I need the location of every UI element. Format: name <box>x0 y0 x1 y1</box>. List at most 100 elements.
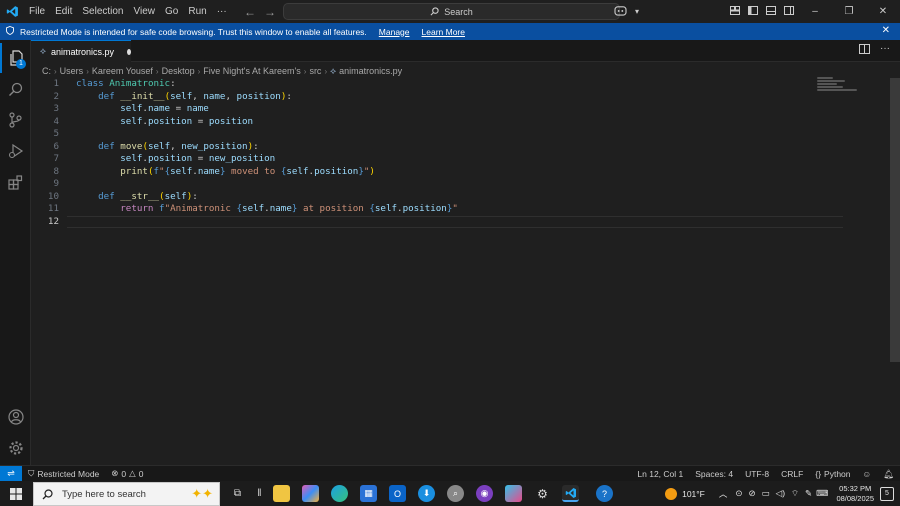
search-icon <box>42 488 53 499</box>
breadcrumb-desktop[interactable]: Desktop <box>162 66 195 76</box>
python-file-icon: ⟡ <box>330 65 337 76</box>
colorful-app-icon[interactable] <box>505 485 522 502</box>
wifi-icon[interactable]: ⌔ <box>791 488 799 499</box>
toggle-secondary-sidebar-icon[interactable] <box>780 5 798 18</box>
breadcrumb-src[interactable]: src <box>309 66 321 76</box>
code-line[interactable]: 7 self.position = new_position <box>31 153 890 166</box>
copilot-icon[interactable] <box>608 5 632 19</box>
code-line[interactable]: 11 return f"Animatronic {self.name} at p… <box>31 203 890 216</box>
minimize-icon[interactable]: – <box>798 6 832 17</box>
menu-file[interactable]: File <box>24 0 50 23</box>
windows-start-icon[interactable] <box>0 481 32 506</box>
problems-status[interactable]: ⊗ 0 △ 0 <box>105 468 149 479</box>
menu-more[interactable]: ··· <box>212 0 232 23</box>
banner-manage-link[interactable]: Manage <box>379 27 410 37</box>
battery-icon[interactable]: ▭ <box>762 488 770 499</box>
copilot-status-icon[interactable]: ☺ <box>857 469 878 479</box>
tray-app-icon[interactable]: ⊘ <box>749 488 756 499</box>
task-view-icon[interactable]: ⧉ <box>229 485 246 502</box>
vscode-taskbar-icon[interactable] <box>562 485 579 502</box>
menu-view[interactable]: View <box>129 0 161 23</box>
restricted-mode-status[interactable]: ⛉ Restricted Mode <box>22 468 105 479</box>
indentation[interactable]: Spaces: 4 <box>689 469 739 479</box>
show-hidden-icons[interactable]: ︿ <box>719 488 728 500</box>
tray-app-icon[interactable]: ⊙ <box>735 488 742 499</box>
help-icon[interactable]: ? <box>596 485 613 502</box>
close-window-icon[interactable]: ✕ <box>866 6 900 17</box>
banner-learn-more-link[interactable]: Learn More <box>422 27 465 37</box>
code-line[interactable]: 3 self.name = name <box>31 103 890 116</box>
editor-scrollbar[interactable] <box>890 78 900 362</box>
search-icon[interactable] <box>0 74 31 104</box>
edge-browser-icon[interactable] <box>331 485 348 502</box>
minimap[interactable] <box>817 76 865 96</box>
breadcrumb-user[interactable]: Kareem Yousef <box>92 66 153 76</box>
clock-time: 05:32 PM <box>839 483 872 493</box>
menu-selection[interactable]: Selection <box>77 0 128 23</box>
account-icon[interactable] <box>0 402 31 432</box>
file-explorer-icon[interactable] <box>273 485 290 502</box>
notifications-bell-icon[interactable]: 🔔︎ <box>877 469 900 480</box>
cursor-position[interactable]: Ln 12, Col 1 <box>631 469 689 479</box>
outlook-icon[interactable]: O <box>389 485 406 502</box>
run-debug-icon[interactable] <box>0 136 31 166</box>
back-arrow-icon[interactable]: ← <box>244 5 256 19</box>
weather-temperature[interactable]: 101°F <box>682 489 705 499</box>
menu-edit[interactable]: Edit <box>50 0 77 23</box>
code-line[interactable]: 9 <box>31 178 890 191</box>
code-line[interactable]: 10 def __str__(self): <box>31 191 890 204</box>
code-editor[interactable]: 1 class Animatronic: 2 def __init__(self,… <box>31 78 890 465</box>
notification-center-icon[interactable]: 5 <box>880 486 894 501</box>
command-center-search[interactable]: Search <box>283 3 620 20</box>
widgets-icon[interactable]: ‖ <box>251 485 268 502</box>
code-line[interactable]: 5 <box>31 128 890 141</box>
python-file-icon: ⟡ <box>40 46 46 56</box>
split-editor-icon[interactable] <box>859 44 870 57</box>
download-app-icon[interactable]: ⬇ <box>418 485 435 502</box>
line-number: 10 <box>47 190 59 202</box>
breadcrumb-users[interactable]: Users <box>60 66 84 76</box>
copilot-app-icon[interactable] <box>302 485 319 502</box>
restore-icon[interactable]: ❐ <box>832 6 866 17</box>
microsoft-store-icon[interactable]: ▦ <box>360 485 377 502</box>
customize-layout-icon[interactable] <box>726 5 744 18</box>
end-of-line[interactable]: CRLF <box>775 469 809 479</box>
code-line[interactable]: 1 class Animatronic: <box>31 78 890 91</box>
breadcrumb-project[interactable]: Five Night's At Kareem's <box>203 66 300 76</box>
code-line[interactable]: 6 def move(self, new_position): <box>31 141 890 154</box>
code-line[interactable]: 8 print(f"{self.name} moved to {self.pos… <box>31 166 890 179</box>
pen-icon[interactable]: ✎ <box>805 488 812 499</box>
close-banner-icon[interactable]: ✕ <box>882 25 890 36</box>
taskbar-search[interactable]: Type here to search ✦✦ <box>33 482 220 506</box>
tab-animatronics-py[interactable]: ⟡ animatronics.py <box>31 40 131 62</box>
vscode-logo-icon <box>0 0 24 23</box>
extensions-icon[interactable] <box>0 167 31 197</box>
breadcrumb: C: › Users › Kareem Yousef › Desktop › Five … <box>42 65 403 77</box>
more-actions-icon[interactable]: ··· <box>880 44 890 57</box>
source-control-icon[interactable] <box>0 105 31 135</box>
menu-go[interactable]: Go <box>160 0 183 23</box>
volume-icon[interactable]: ◁) <box>776 488 785 499</box>
language-mode[interactable]: {} Python <box>809 469 856 479</box>
language-icon[interactable]: ⌨ <box>816 488 828 499</box>
search-app-icon[interactable]: ⌕ <box>447 485 464 502</box>
forward-arrow-icon[interactable]: → <box>264 5 276 19</box>
code-line-current[interactable]: 12 <box>31 215 890 228</box>
toggle-panel-icon[interactable] <box>762 5 780 18</box>
toggle-primary-sidebar-icon[interactable] <box>744 5 762 18</box>
menu-run[interactable]: Run <box>183 0 211 23</box>
clock[interactable]: 05:32 PM 08/08/2025 <box>830 484 880 504</box>
remote-indicator-icon[interactable]: ⇌ <box>0 465 22 482</box>
breadcrumb-drive[interactable]: C: <box>42 66 51 76</box>
copilot-dropdown-icon[interactable]: ▾ <box>632 7 642 16</box>
settings-gear-icon[interactable] <box>0 433 31 463</box>
breadcrumb-file[interactable]: animatronics.py <box>339 66 402 76</box>
code-line[interactable]: 4 self.position = position <box>31 116 890 129</box>
explorer-icon[interactable]: 1 <box>0 43 31 73</box>
github-desktop-icon[interactable]: ◉ <box>476 485 493 502</box>
code-line[interactable]: 2 def __init__(self, name, position): <box>31 91 890 104</box>
unsaved-dot-icon[interactable] <box>126 48 131 55</box>
settings-app-icon[interactable]: ⚙ <box>534 485 551 502</box>
weather-sun-icon[interactable] <box>665 487 678 500</box>
encoding[interactable]: UTF-8 <box>739 469 775 479</box>
